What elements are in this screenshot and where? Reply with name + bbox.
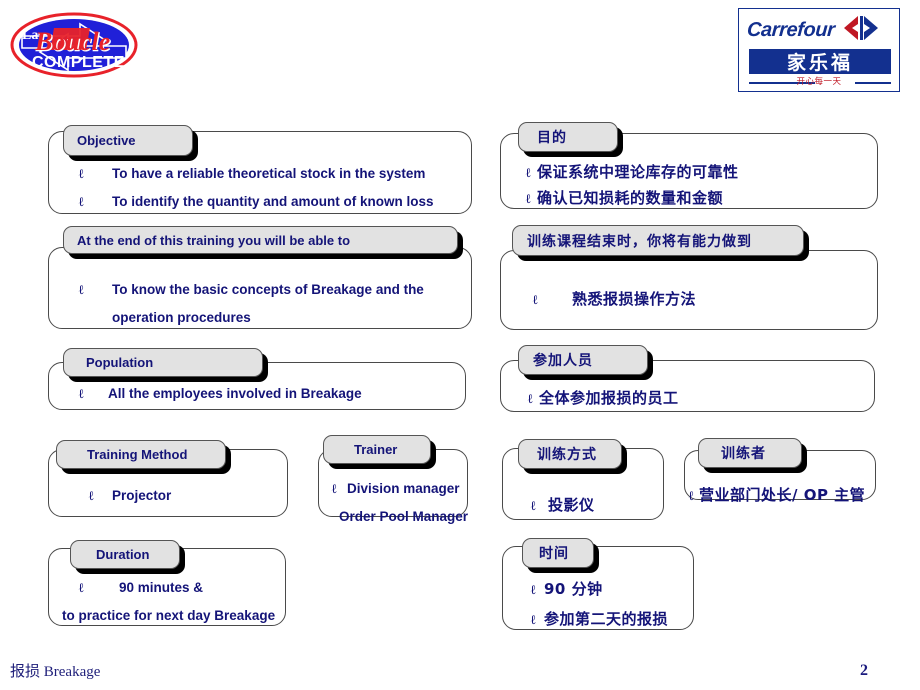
duration-cn-item-1: ℓ 参加第二天的报损 xyxy=(530,608,668,629)
bullet-icon: ℓ xyxy=(688,488,695,503)
bullet-icon: ℓ xyxy=(530,498,537,513)
population-cn-item-0: ℓ 全体参加报损的员工 xyxy=(527,387,679,408)
bullet-icon: ℓ xyxy=(78,282,85,297)
able-to-tab-label: At the end of this training you will be … xyxy=(77,232,351,248)
trainer-tab: Trainer xyxy=(323,435,431,464)
duration-item-1: to practice for next day Breakage xyxy=(62,608,275,623)
able-to-cn-item-0: ℓ 熟悉报损操作方法 xyxy=(532,288,696,309)
bullet-icon: ℓ xyxy=(530,582,537,597)
carrefour-wordmark-row: Carrefour xyxy=(739,15,899,45)
carrefour-slogan: 开心每一天 xyxy=(796,77,842,87)
bullet-icon: ℓ xyxy=(78,580,85,595)
training-method-cn-item-0: ℓ 投影仪 xyxy=(530,494,595,515)
population-item-0-text: All the employees involved in Breakage xyxy=(108,386,362,401)
trainer-item-0: ℓ Division manager xyxy=(331,481,460,497)
la-boucle-complete-logo: La Boucle Boucle COMPLETE xyxy=(8,6,143,84)
carrefour-wordmark: Carrefour xyxy=(746,18,836,41)
population-cn-item-0-text: 全体参加报损的员工 xyxy=(539,389,679,407)
trainer-item-1: Order Pool Manager xyxy=(339,509,468,524)
training-method-item-0-text: Projector xyxy=(112,488,172,503)
trainer-cn-tab-label: 训练者 xyxy=(721,446,766,462)
duration-item-1-text: to practice for next day Breakage xyxy=(62,608,276,623)
duration-cn-item-0-text: 90 分钟 xyxy=(544,580,603,598)
able-to-item-0-text: To know the basic concepts of Breakage a… xyxy=(112,282,424,297)
duration-cn-tab: 时间 xyxy=(522,538,594,568)
population-tab: Population xyxy=(63,348,263,377)
bullet-icon: ℓ xyxy=(78,194,85,209)
trainer-cn-tab: 训练者 xyxy=(698,438,802,468)
bullet-icon: ℓ xyxy=(530,612,537,627)
carrefour-c-icon xyxy=(840,15,882,46)
trainer-item-0-text: Division manager xyxy=(347,481,460,496)
duration-item-0-text: 90 minutes & xyxy=(119,580,204,595)
population-cn-tab-label: 参加人员 xyxy=(533,353,593,369)
trainer-cn-item-0: ℓ 营业部门处长/ OP 主管 xyxy=(688,484,865,505)
duration-cn-tab-label: 时间 xyxy=(539,546,569,562)
training-method-cn-tab: 训练方式 xyxy=(518,439,622,469)
bullet-icon: ℓ xyxy=(78,386,85,401)
bullet-icon: ℓ xyxy=(525,191,532,206)
objective-item-1: ℓ To identify the quantity and amount of… xyxy=(78,194,434,210)
training-method-item-0: ℓ Projector xyxy=(88,488,171,504)
objective-item-0-text: To have a reliable theoretical stock in … xyxy=(112,166,426,181)
duration-item-0: ℓ 90 minutes & xyxy=(78,580,203,596)
training-method-tab-label: Training Method xyxy=(87,447,188,462)
carrefour-chinese-name: 家乐福 xyxy=(786,52,853,74)
population-item-0: ℓ All the employees involved in Breakage xyxy=(78,386,362,402)
bullet-icon: ℓ xyxy=(532,292,539,307)
carrefour-logo: Carrefour 家乐福 开心每一天 xyxy=(738,8,900,92)
bullet-icon: ℓ xyxy=(525,165,532,180)
bullet-icon: ℓ xyxy=(331,481,338,496)
objective-cn-tab-label: 目的 xyxy=(537,130,567,146)
duration-tab: Duration xyxy=(70,540,180,569)
duration-cn-item-0: ℓ 90 分钟 xyxy=(530,578,603,599)
training-method-cn-item-0-text: 投影仪 xyxy=(548,496,595,514)
la-boucle-logo-svg: La Boucle Boucle COMPLETE xyxy=(10,12,138,78)
able-to-cn-item-0-text: 熟悉报损操作方法 xyxy=(572,290,697,308)
carrefour-chinese-band: 家乐福 xyxy=(749,49,891,74)
able-to-tab: At the end of this training you will be … xyxy=(63,226,458,254)
population-tab-label: Population xyxy=(86,355,154,370)
bullet-icon: ℓ xyxy=(527,391,534,406)
duration-tab-label: Duration xyxy=(96,547,150,562)
objective-cn-item-1-text: 确认已知损耗的数量和金额 xyxy=(537,189,724,207)
objective-cn-tab: 目的 xyxy=(518,122,618,152)
training-method-tab: Training Method xyxy=(56,440,226,469)
population-cn-tab: 参加人员 xyxy=(518,345,648,375)
training-method-cn-tab-label: 训练方式 xyxy=(537,447,597,463)
bullet-icon: ℓ xyxy=(78,166,85,181)
trainer-item-1-text: Order Pool Manager xyxy=(339,509,469,524)
footer-label: 报损 Breakage xyxy=(10,664,101,680)
able-to-item-0: ℓ To know the basic concepts of Breakage… xyxy=(78,282,424,298)
objective-tab-label: Objective xyxy=(77,133,136,148)
able-to-item-1: operation procedures xyxy=(112,310,251,325)
objective-cn-item-0-text: 保证系统中理论库存的可靠性 xyxy=(537,163,739,181)
objective-item-1-text: To identify the quantity and amount of k… xyxy=(112,194,434,209)
able-to-item-1-text: operation procedures xyxy=(112,310,251,325)
page-number: 2 xyxy=(860,662,868,679)
able-to-cn-tab: 训练课程结束时，你将有能力做到 xyxy=(512,225,804,256)
objective-cn-item-0: ℓ 保证系统中理论库存的可靠性 xyxy=(525,161,739,182)
trainer-tab-label: Trainer xyxy=(354,442,398,457)
svg-text:Boucle: Boucle xyxy=(34,27,110,56)
trainer-cn-item-0-text: 营业部门处长/ OP 主管 xyxy=(699,486,866,504)
bullet-icon: ℓ xyxy=(88,488,95,503)
svg-text:COMPLETE: COMPLETE xyxy=(32,54,125,71)
objective-item-0: ℓ To have a reliable theoretical stock i… xyxy=(78,166,425,182)
objective-tab: Objective xyxy=(63,125,193,156)
duration-cn-item-1-text: 参加第二天的报损 xyxy=(544,610,669,628)
able-to-cn-tab-label: 训练课程结束时，你将有能力做到 xyxy=(527,233,752,250)
objective-cn-item-1: ℓ 确认已知损耗的数量和金额 xyxy=(525,187,723,208)
